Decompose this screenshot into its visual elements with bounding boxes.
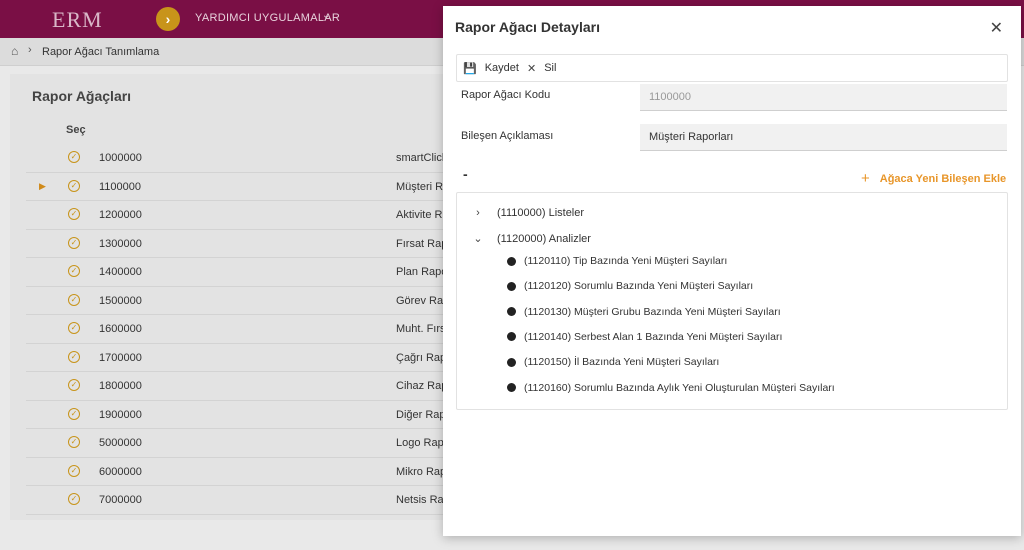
select-check-icon[interactable]: ✓ <box>68 436 80 448</box>
menu-toggle-icon[interactable]: › <box>156 7 180 31</box>
row-name: smartClick <box>396 152 448 164</box>
row-code: 1500000 <box>99 294 142 307</box>
close-icon: ✕ <box>527 62 537 75</box>
row-name: Fırsat Rap <box>396 237 448 250</box>
select-check-icon[interactable]: ✓ <box>68 493 80 505</box>
row-code: 5000000 <box>99 437 142 449</box>
select-check-icon[interactable]: ✓ <box>68 350 80 363</box>
panel-title: Rapor Ağaçları <box>32 88 132 104</box>
plus-icon: + <box>861 170 870 187</box>
row-name: Netsis Rap <box>396 494 450 506</box>
tree-leaf-label[interactable]: (1120130) Müşteri Grubu Bazında Yeni Müş… <box>524 306 781 318</box>
floppy-disk-icon: 💾 <box>463 62 477 75</box>
delete-label: Sil <box>544 62 557 74</box>
select-check-icon[interactable]: ✓ <box>68 151 80 163</box>
tree-node-label[interactable]: (1120000) Analizler <box>497 233 591 245</box>
tree-leaf-label[interactable]: (1120140) Serbest Alan 1 Bazında Yeni Mü… <box>524 331 782 343</box>
row-name: Mikro Rap <box>396 465 447 478</box>
breadcrumb-current: Rapor Ağacı Tanımlama <box>42 46 160 58</box>
bullet-icon <box>507 307 516 317</box>
select-check-icon[interactable]: ✓ <box>68 293 80 306</box>
tree-leaf-label[interactable]: (1120110) Tip Bazında Yeni Müşteri Sayıl… <box>524 255 727 267</box>
save-label: Kaydet <box>484 62 519 74</box>
select-check-icon[interactable]: ✓ <box>68 265 80 277</box>
select-check-icon[interactable]: ✓ <box>68 407 80 420</box>
bullet-icon <box>507 256 516 266</box>
code-field <box>640 84 1007 111</box>
row-code: 1600000 <box>99 323 142 335</box>
tree-leaf[interactable]: (1120160) Sorumlu Bazında Aylık Yeni Olu… <box>507 382 835 394</box>
select-check-icon[interactable]: ✓ <box>68 179 80 192</box>
row-code: 1000000 <box>99 152 142 164</box>
row-code: 1700000 <box>99 351 142 364</box>
modal-title: Rapor Ağacı Detayları <box>455 19 600 35</box>
row-code: 1100000 <box>99 180 142 193</box>
row-name: Diğer Rap <box>396 408 446 421</box>
description-field[interactable] <box>640 124 1007 151</box>
row-name: Görev Rap <box>396 294 450 307</box>
chevron-right-icon: › <box>28 44 32 56</box>
select-check-icon[interactable]: ✓ <box>68 236 80 249</box>
select-check-icon[interactable]: ✓ <box>68 379 80 391</box>
report-tree-details-modal: Rapor Ağacı Detayları ✕ 💾 Kaydet ✕ Sil R… <box>443 6 1021 536</box>
row-code: 1300000 <box>99 237 142 250</box>
delete-button[interactable]: ✕ Sil <box>527 55 556 81</box>
modal-toolbar: 💾 Kaydet ✕ Sil <box>456 54 1008 82</box>
tree-node-label[interactable]: (1110000) Listeler <box>497 207 584 219</box>
code-label: Rapor Ağacı Kodu <box>461 89 551 101</box>
tree-leaf-label[interactable]: (1120150) İl Bazında Yeni Müşteri Sayıla… <box>524 356 719 368</box>
select-check-icon[interactable]: ✓ <box>68 208 80 220</box>
row-code: 1800000 <box>99 380 142 392</box>
tree-leaf-label[interactable]: (1120120) Sorumlu Bazında Yeni Müşteri S… <box>524 280 753 292</box>
bullet-icon <box>507 332 516 342</box>
chevron-down-icon[interactable]: ⌄ <box>322 10 330 21</box>
description-label: Bileşen Açıklaması <box>461 130 554 142</box>
tree-leaf[interactable]: (1120150) İl Bazında Yeni Müşteri Sayıla… <box>507 356 719 368</box>
tree-leaf[interactable]: (1120130) Müşteri Grubu Bazında Yeni Müş… <box>507 306 781 318</box>
tree-leaf[interactable]: (1120120) Sorumlu Bazında Yeni Müşteri S… <box>507 280 753 292</box>
select-check-icon[interactable]: ✓ <box>68 322 80 334</box>
report-tree: › (1110000) Listeler ⌄ (1120000) Analizl… <box>456 192 1008 410</box>
row-code: 1400000 <box>99 266 142 278</box>
select-check-icon[interactable]: ✓ <box>68 464 80 477</box>
row-name: Müşteri Ra <box>396 180 450 193</box>
tree-leaf[interactable]: (1120140) Serbest Alan 1 Bazında Yeni Mü… <box>507 331 782 343</box>
bullet-icon <box>507 357 516 367</box>
tree-leaf[interactable]: (1120110) Tip Bazında Yeni Müşteri Sayıl… <box>507 255 727 267</box>
row-name: Cihaz Rap <box>396 380 448 392</box>
tree-node[interactable]: › (1110000) Listeler <box>471 207 584 219</box>
menu-label[interactable]: YARDIMCI UYGULAMALAR <box>195 12 340 24</box>
row-name: Logo Rapo <box>396 437 450 449</box>
save-button[interactable]: 💾 Kaydet <box>463 55 519 81</box>
tree-leaf-label[interactable]: (1120160) Sorumlu Bazında Aylık Yeni Olu… <box>524 382 835 394</box>
row-code: 1900000 <box>99 408 142 421</box>
home-icon[interactable]: ⌂ <box>11 44 18 58</box>
chevron-right-icon[interactable]: › <box>471 207 485 219</box>
collapse-all-button[interactable]: - <box>463 166 468 182</box>
row-code: 6000000 <box>99 465 142 478</box>
row-name: Plan Rapo <box>396 266 448 278</box>
bullet-icon <box>507 383 516 392</box>
row-name: Muht. Fırs <box>396 323 446 335</box>
app-logo[interactable]: ERM <box>52 7 103 33</box>
bullet-icon <box>507 281 516 291</box>
close-icon[interactable]: ✕ <box>990 18 1003 38</box>
add-component-label: Ağaca Yeni Bileşen Ekle <box>879 172 1007 185</box>
row-code: 1200000 <box>99 209 142 221</box>
add-component-button[interactable]: + Ağaca Yeni Bileşen Ekle <box>861 170 1006 187</box>
row-code: 7000000 <box>99 494 142 506</box>
row-name: Aktivite Ra <box>396 209 449 221</box>
select-column-header: Seç <box>66 124 86 136</box>
tree-node[interactable]: ⌄ (1120000) Analizler <box>471 232 591 246</box>
chevron-down-icon[interactable]: ⌄ <box>471 232 485 245</box>
selected-row-marker-icon: ▶ <box>39 180 46 191</box>
